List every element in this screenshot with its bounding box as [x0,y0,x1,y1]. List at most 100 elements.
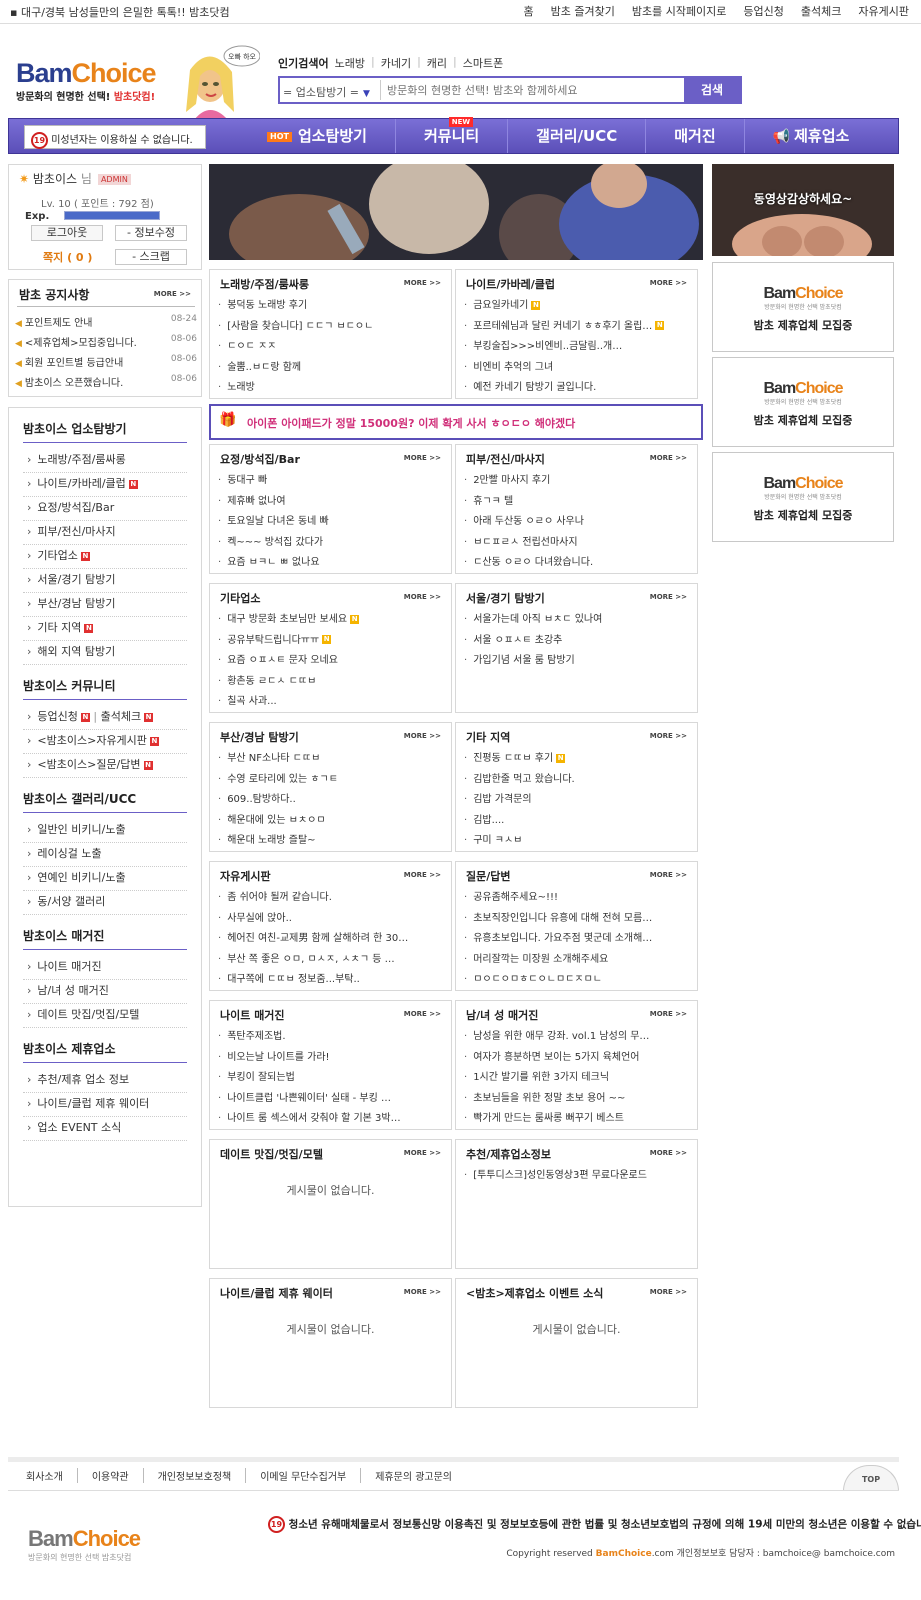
board-more-link[interactable]: MORE >> [404,1149,441,1157]
board-post[interactable]: 여자가 흥분하면 보이는 5가지 육체언어 [464,1048,692,1069]
top-link[interactable]: 밤초 즐겨찾기 [551,0,615,19]
top-link[interactable]: 밤초를 시작페이지로 [632,0,727,19]
board-more-link[interactable]: MORE >> [404,1010,441,1018]
board-post[interactable]: 금요일카네기N [464,296,692,317]
board-post[interactable]: 대구 방문화 초보님만 보세요N [218,610,446,631]
board-post[interactable]: 켁~~~ 방석집 갔다가 [218,533,446,554]
board-post[interactable]: ㄷ산동 ㅇㄹㅇ 다녀왔습니다. [464,553,692,574]
left-nav-item[interactable]: 동/서양 갤러리 [23,891,187,915]
board-post[interactable]: 휴ㄱㅋ 텔 [464,492,692,513]
left-nav-item[interactable]: 기타 지역N [23,617,187,641]
board-post[interactable]: 김밥.... [464,811,692,832]
board-post[interactable]: 609..탐방하다.. [218,790,446,811]
board-more-link[interactable]: MORE >> [404,871,441,879]
board-post[interactable]: 서울가는데 아직 ㅂㅊㄷ 있나여 [464,610,692,631]
board-post[interactable]: 부킹술집>>>비엔비..금달림..개… [464,337,692,358]
scroll-top-button[interactable]: TOP [843,1465,899,1491]
search-input[interactable] [380,80,682,100]
left-nav-item[interactable]: 추천/제휴 업소 정보 [23,1069,187,1093]
board-post[interactable]: 남성을 위한 애무 강좌. vol.1 남성의 무… [464,1027,692,1048]
board-post[interactable]: ㄷㅇㄷ ㅈㅈ [218,337,446,358]
board-post[interactable]: 제휴빠 없나여 [218,492,446,513]
promo-banner[interactable]: 🎁 아이폰 아이패드가 정말 15000원? 이제 확게 사서 ㅎㅇㄷㅇ 해야겠… [209,404,703,440]
popular-keyword[interactable]: 캐리 [427,55,447,71]
left-nav-item[interactable]: <밤초이스>자유게시판N [23,730,187,754]
left-nav-item[interactable]: 나이트/클럽 제휴 웨이터 [23,1093,187,1117]
left-nav-item[interactable]: 등업신청N | 출석체크N [23,706,187,730]
top-link[interactable]: 등업신청 [743,0,783,19]
board-post[interactable]: 예전 카네기 탐방기 굴입니다. [464,378,692,399]
board-title[interactable]: 자유게시판 [220,868,271,884]
board-post[interactable]: 대구쪽에 ㄷㄸㅂ 정보줌...부탁.. [218,970,446,991]
board-more-link[interactable]: MORE >> [650,1149,687,1157]
left-nav-item[interactable]: 부산/경남 탐방기 [23,593,187,617]
board-post[interactable]: 동대구 빠 [218,471,446,492]
board-post[interactable]: 황촌동 ㄹㄷㅅ ㄷㄸㅂ [218,672,446,693]
board-more-link[interactable]: MORE >> [650,1288,687,1296]
board-post[interactable]: 요즘 ㅇㅍㅅㅌ 문자 오네요 [218,651,446,672]
board-post[interactable]: 폭탄주제조법. [218,1027,446,1048]
board-post[interactable]: 칠곡 사과... [218,692,446,713]
search-button[interactable]: 검색 [684,78,740,102]
partner-ad[interactable]: BamChoice 방문화의 현명한 선택 밤초닷컴 밤초 제휴업체 모집중 [712,262,894,352]
board-post[interactable]: 부킹이 잘되는법 [218,1068,446,1089]
left-nav-item[interactable]: 남/녀 성 매거진 [23,980,187,1004]
board-post[interactable]: 포르테쉐님과 달린 커네기 ㅎㅎ후기 올립…N [464,317,692,338]
board-title[interactable]: 나이트/카바레/클럽 [466,276,555,292]
edit-profile-button[interactable]: - 정보수정 [115,225,187,241]
left-nav-item[interactable]: 데이트 맛집/멋집/모텔 [23,1004,187,1028]
scrap-button[interactable]: - 스크랩 [115,249,187,265]
board-post[interactable]: 머리잘깍는 미장원 소개해주세요 [464,950,692,971]
board-post[interactable]: 서울 ㅇㅍㅅㅌ 초강추 [464,631,692,652]
board-post[interactable]: 진평동 ㄷㄸㅂ 후기N [464,749,692,770]
board-post[interactable]: 2만빨 마사지 후기 [464,471,692,492]
board-title[interactable]: 남/녀 성 매거진 [466,1007,538,1023]
board-title[interactable]: <밤초>제휴업소 이벤트 소식 [466,1285,603,1301]
board-post[interactable]: 요즘 ㅂㅋㄴ ㅃ 없나요 [218,553,446,574]
board-post[interactable]: 비엔비 추억의 그녀 [464,358,692,379]
board-post[interactable]: 사무실에 앉아.. [218,909,446,930]
board-title[interactable]: 데이트 맛집/멋집/모텔 [220,1146,323,1162]
footer-link[interactable]: 제휴문의 광고문의 [360,1468,466,1483]
board-title[interactable]: 기타 지역 [466,729,510,745]
board-more-link[interactable]: MORE >> [404,593,441,601]
board-post[interactable]: 좀 쉬어야 될꺼 같습니다. [218,888,446,909]
board-post[interactable]: 술뿜..ㅂㄷ랑 함께 [218,358,446,379]
board-post[interactable]: 김밥한줄 먹고 왔습니다. [464,770,692,791]
top-link[interactable]: 자유게시판 [858,0,909,19]
board-title[interactable]: 나이트/클럽 제휴 웨이터 [220,1285,333,1301]
board-title[interactable]: 추천/제휴업소정보 [466,1146,551,1162]
popular-keyword[interactable]: 스마트폰 [463,55,503,71]
left-nav-item[interactable]: 피부/전신/마사지 [23,521,187,545]
left-nav-item[interactable]: 업소 EVENT 소식 [23,1117,187,1141]
board-more-link[interactable]: MORE >> [650,279,687,287]
board-more-link[interactable]: MORE >> [650,1010,687,1018]
board-post[interactable]: 1시간 발기를 위한 3가지 테크닉 [464,1068,692,1089]
board-post[interactable]: 봉덕동 노래방 후기 [218,296,446,317]
left-nav-item[interactable]: 일반인 비키니/노출 [23,819,187,843]
board-more-link[interactable]: MORE >> [404,454,441,462]
board-title[interactable]: 부산/경남 탐방기 [220,729,299,745]
top-link[interactable]: 홈 [524,0,534,19]
partner-ad[interactable]: BamChoice 방문화의 현명한 선택 밤초닷컴 밤초 제휴업체 모집중 [712,452,894,542]
board-title[interactable]: 노래방/주점/룸싸롱 [220,276,309,292]
board-title[interactable]: 요정/방석집/Bar [220,451,300,467]
notice-item[interactable]: ◀ <제휴업체>모집중입니다. 08-06 [15,334,197,354]
left-nav-item[interactable]: 서울/경기 탐방기 [23,569,187,593]
video-banner[interactable]: 동영상감상하세요~ [712,164,894,256]
board-title[interactable]: 나이트 매거진 [220,1007,285,1023]
board-post[interactable]: 초보직장인입니다 유흥에 대해 전혀 모름… [464,909,692,930]
nav-item[interactable]: 매거진 [645,119,743,153]
board-more-link[interactable]: MORE >> [650,593,687,601]
partner-ad[interactable]: BamChoice 방문화의 현명한 선택 밤초닷컴 밤초 제휴업체 모집중 [712,357,894,447]
board-title[interactable]: 질문/답변 [466,868,511,884]
nav-item[interactable]: 갤러리/UCC [507,119,645,153]
board-post[interactable]: 헤어진 여친-교제男 함께 살해하려 한 30… [218,929,446,950]
board-post[interactable]: [투투디스크]성인동영상3편 무료다운로드 [464,1166,692,1187]
board-post[interactable]: 해운대 노래방 즐탈~ [218,831,446,852]
left-nav-item[interactable]: 레이싱걸 노출 [23,843,187,867]
board-post[interactable]: 공유부탁드립니다ㅠㅠN [218,631,446,652]
notice-item[interactable]: ◀ 포인트제도 안내 08-24 [15,314,197,334]
notice-item[interactable]: ◀ 밤초이스 오픈했습니다. 08-06 [15,374,197,394]
top-link[interactable]: 출석체크 [801,0,841,19]
